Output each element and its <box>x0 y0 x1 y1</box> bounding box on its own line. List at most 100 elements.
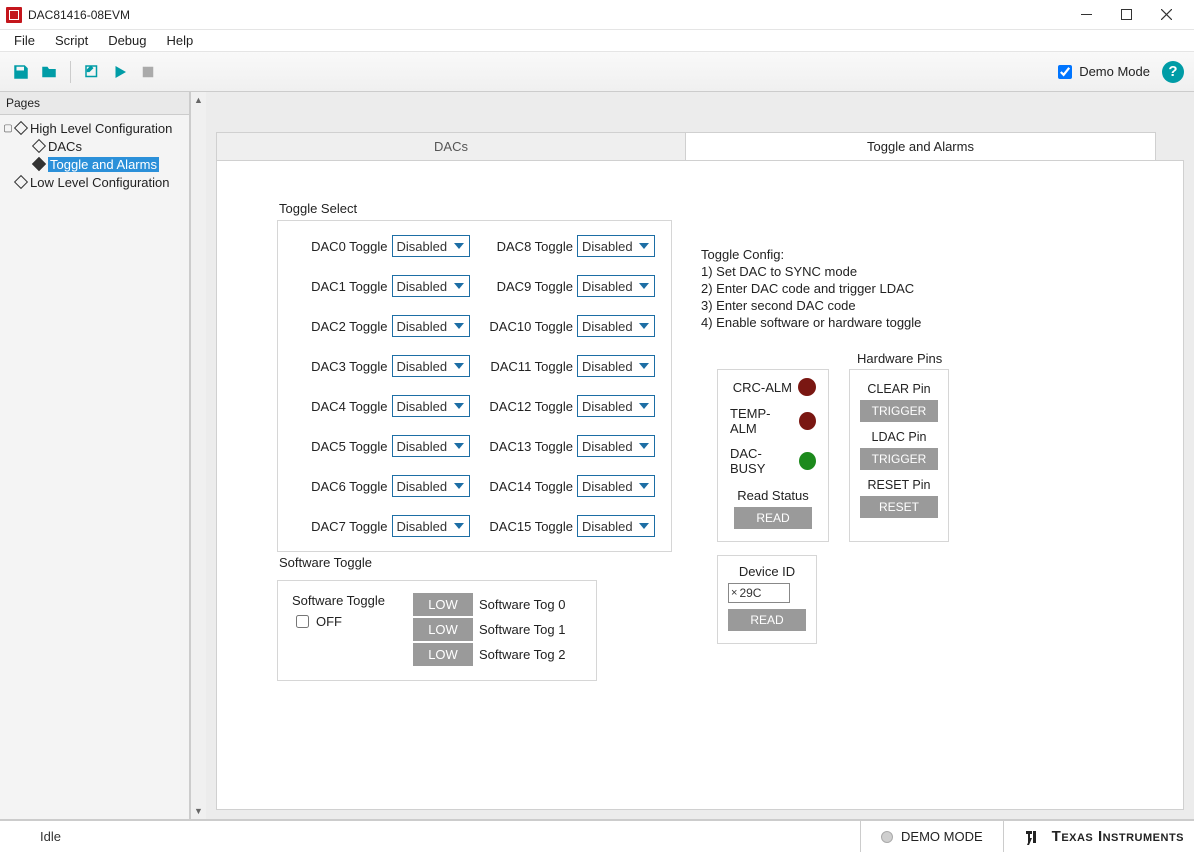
toggle-select-label-11: DAC11 Toggle <box>490 359 573 374</box>
tab-dacs[interactable]: DACs <box>216 132 686 161</box>
toggle-select-label-4: DAC4 Toggle <box>311 399 387 414</box>
chevron-down-icon <box>451 398 467 414</box>
window-title: DAC81416-08EVM <box>28 8 130 22</box>
toggle-select-combo-8[interactable]: Disabled <box>577 235 655 257</box>
toggle-select-label-1: DAC1 Toggle <box>311 279 387 294</box>
toggle-select-combo-14[interactable]: Disabled <box>577 475 655 497</box>
tree-low-level[interactable]: Low Level Configuration <box>2 173 189 191</box>
toggle-select-label-15: DAC15 Toggle <box>489 519 573 534</box>
toggle-select-9: DAC9 Toggle Disabled <box>480 275 656 297</box>
scroll-down-icon[interactable]: ▼ <box>191 803 206 819</box>
diamond-icon <box>32 157 46 171</box>
crc-alm-led-icon <box>798 378 816 396</box>
ti-logo: Texas Instruments <box>1003 821 1184 852</box>
stop-icon[interactable] <box>137 61 159 83</box>
edit-icon[interactable] <box>81 61 103 83</box>
toggle-select-label-7: DAC7 Toggle <box>311 519 387 534</box>
chevron-down-icon <box>636 438 652 454</box>
toggle-select-label-10: DAC10 Toggle <box>489 319 573 334</box>
menu-debug[interactable]: Debug <box>100 31 154 50</box>
toggle-select-8: DAC8 Toggle Disabled <box>480 235 656 257</box>
help-icon[interactable]: ? <box>1162 61 1184 83</box>
demo-mode-checkbox[interactable] <box>1058 65 1072 79</box>
chevron-down-icon <box>636 398 652 414</box>
tabpage-toggle-alarms: Toggle Select DAC0 ToggleDisabledDAC8 To… <box>216 160 1184 810</box>
chevron-down-icon <box>636 518 652 534</box>
clear-trigger-button[interactable]: TRIGGER <box>860 400 938 422</box>
sidebar-header: Pages <box>0 92 189 115</box>
title-bar: DAC81416-08EVM <box>0 0 1194 30</box>
toggle-select-combo-5[interactable]: Disabled <box>392 435 470 457</box>
reset-button[interactable]: RESET <box>860 496 938 518</box>
toggle-select-6: DAC6 Toggle Disabled <box>294 475 470 497</box>
toggle-select-label-14: DAC14 Toggle <box>489 479 573 494</box>
toggle-select-3: DAC3 ToggleDisabled <box>294 355 470 377</box>
toggle-select-combo-10[interactable]: Disabled <box>577 315 655 337</box>
app-icon <box>6 7 22 23</box>
toggle-select-combo-15[interactable]: Disabled <box>577 515 655 537</box>
tab-toggle-alarms[interactable]: Toggle and Alarms <box>686 132 1156 161</box>
close-button[interactable] <box>1146 0 1186 30</box>
sw-tog0-low-button[interactable]: LOW <box>413 593 473 616</box>
toggle-select-12: DAC12 ToggleDisabled <box>480 395 656 417</box>
toggle-select-combo-3[interactable]: Disabled <box>392 355 470 377</box>
toggle-select-label-9: DAC9 Toggle <box>497 279 573 294</box>
chevron-down-icon <box>636 278 652 294</box>
diamond-icon <box>32 139 46 153</box>
toggle-select-label-6: DAC6 Toggle <box>311 479 387 494</box>
toggle-select-label-8: DAC8 Toggle <box>497 239 573 254</box>
read-status-label: Read Status <box>737 488 809 503</box>
device-id-field[interactable]: × 29C <box>728 583 790 603</box>
toggle-select-combo-12[interactable]: Disabled <box>577 395 655 417</box>
open-folder-icon[interactable] <box>38 61 60 83</box>
toggle-config-text: Toggle Config: 1) Set DAC to SYNC mode 2… <box>701 247 961 331</box>
clear-pin-label: CLEAR Pin <box>867 382 930 396</box>
save-icon[interactable] <box>10 61 32 83</box>
device-id-read-button[interactable]: READ <box>728 609 806 631</box>
demo-mode-toggle[interactable]: Demo Mode <box>1054 62 1150 82</box>
software-toggle-label: Software Toggle <box>292 593 385 608</box>
toggle-select-combo-2[interactable]: Disabled <box>392 315 470 337</box>
chevron-down-icon <box>451 438 467 454</box>
toggle-select-combo-7[interactable]: Disabled <box>392 515 470 537</box>
read-status-button[interactable]: READ <box>734 507 812 529</box>
hardware-pins-title: Hardware Pins <box>857 351 942 366</box>
tree-dacs[interactable]: DACs <box>2 137 189 155</box>
device-id-value: 29C <box>739 586 761 600</box>
software-toggle-off[interactable]: OFF <box>292 612 385 631</box>
dac-busy-led-icon <box>799 452 816 470</box>
run-icon[interactable] <box>109 61 131 83</box>
maximize-button[interactable] <box>1106 0 1146 30</box>
menu-help[interactable]: Help <box>159 31 202 50</box>
minimize-button[interactable] <box>1066 0 1106 30</box>
collapse-icon[interactable]: ▢ <box>2 123 14 134</box>
menu-script[interactable]: Script <box>47 31 96 50</box>
toggle-select-combo-4[interactable]: Disabled <box>392 395 470 417</box>
tree-toggle-alarms[interactable]: Toggle and Alarms <box>2 155 189 173</box>
tree-high-level[interactable]: ▢ High Level Configuration <box>2 119 189 137</box>
toggle-select-label-0: DAC0 Toggle <box>311 239 387 254</box>
menu-bar: File Script Debug Help <box>0 30 1194 52</box>
menu-file[interactable]: File <box>6 31 43 50</box>
alarm-panel: CRC-ALM TEMP-ALM DAC-BUSY Read Status RE… <box>717 369 829 542</box>
toggle-select-combo-1[interactable]: Disabled <box>392 275 470 297</box>
toggle-select-combo-11[interactable]: Disabled <box>577 355 655 377</box>
scroll-up-icon[interactable]: ▲ <box>191 92 206 108</box>
software-toggle-off-checkbox[interactable] <box>296 615 309 628</box>
status-idle: Idle <box>10 829 860 844</box>
toggle-select-combo-6[interactable]: Disabled <box>392 475 470 497</box>
sw-tog2-low-button[interactable]: LOW <box>413 643 473 666</box>
hex-prefix: × <box>731 587 737 599</box>
chevron-down-icon <box>636 318 652 334</box>
ldac-trigger-button[interactable]: TRIGGER <box>860 448 938 470</box>
chevron-down-icon <box>636 478 652 494</box>
sw-tog1-low-button[interactable]: LOW <box>413 618 473 641</box>
toggle-select-combo-0[interactable]: Disabled <box>392 235 470 257</box>
diamond-icon <box>14 175 28 189</box>
sidebar-scrollbar[interactable]: ▲ ▼ <box>190 92 206 819</box>
toggle-select-combo-13[interactable]: Disabled <box>577 435 655 457</box>
software-toggle-group: Software Toggle OFF LOW Software Tog 0 L… <box>277 580 597 681</box>
status-led-icon <box>881 831 893 843</box>
chevron-down-icon <box>451 518 467 534</box>
toggle-select-combo-9[interactable]: Disabled <box>577 275 655 297</box>
